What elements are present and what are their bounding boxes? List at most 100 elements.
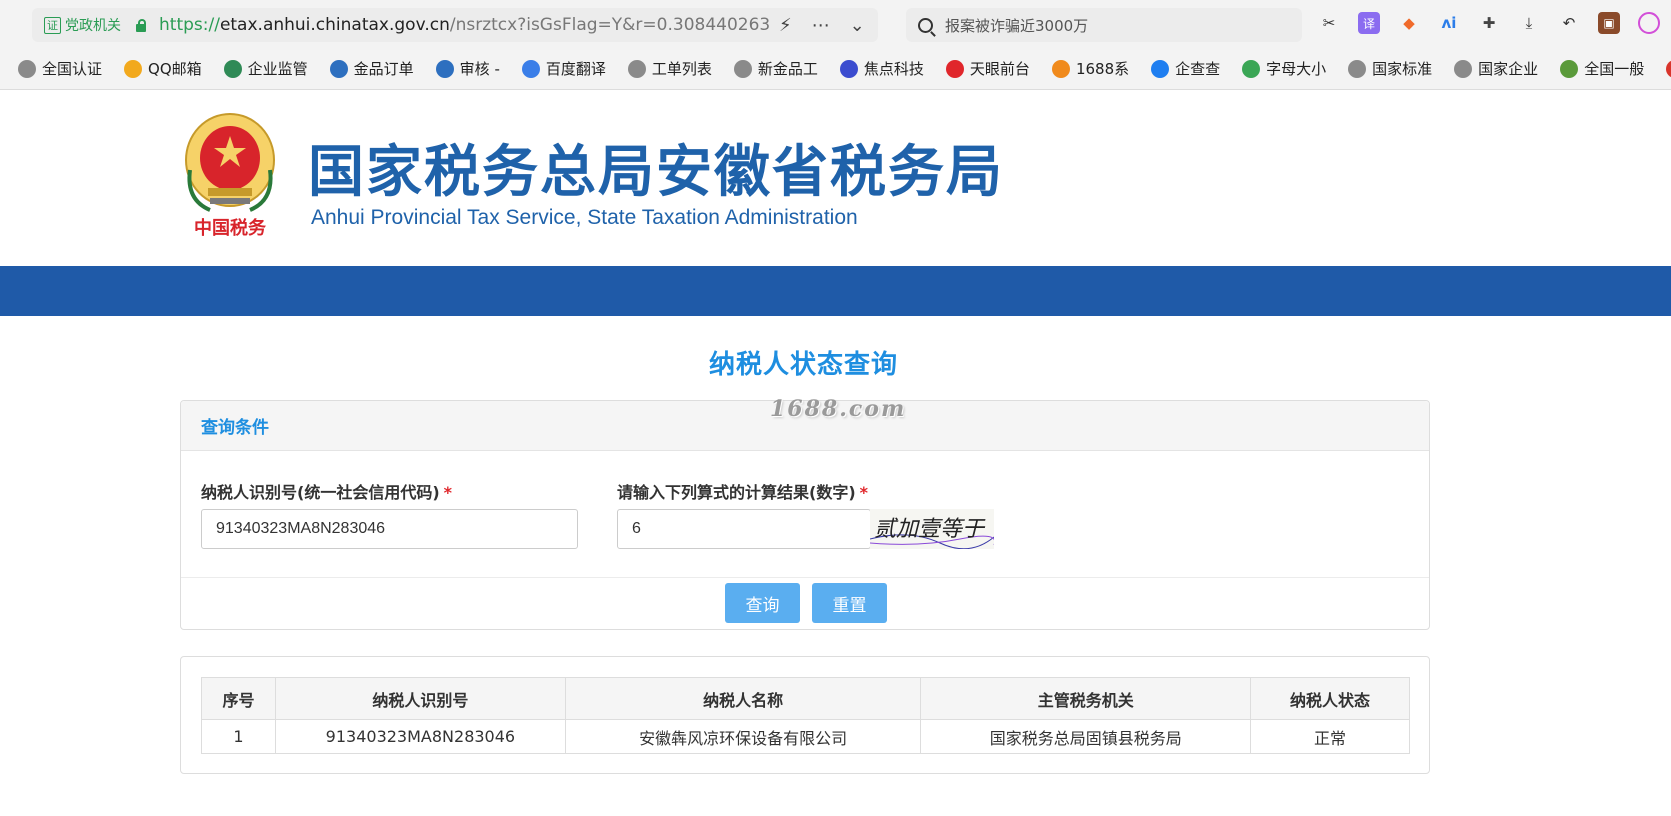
browser-toolbar: 证 党政机关 https://etax.anhui.chinatax.gov.c… bbox=[0, 0, 1671, 48]
cell-taxpayer-id: 91340323MA8N283046 bbox=[274, 719, 566, 754]
bookmark-label: 字母大小 bbox=[1266, 60, 1327, 78]
site-subtitle: Anhui Provincial Tax Service, State Taxa… bbox=[311, 206, 858, 229]
bookmark-item[interactable]: 1688系 bbox=[1051, 58, 1130, 79]
bookmark-label: 1688系 bbox=[1075, 60, 1130, 78]
watermark: 1688.com bbox=[770, 396, 907, 422]
bookmark-item[interactable]: 百度翻译 bbox=[521, 58, 606, 79]
gov-badge: 证 党政机关 bbox=[44, 15, 121, 35]
cell-tax-authority: 国家税务总局固镇县税务局 bbox=[920, 719, 1252, 754]
translate-icon[interactable]: 译 bbox=[1358, 12, 1380, 34]
header-band bbox=[0, 266, 1671, 316]
cell-taxpayer-name: 安徽犇风凉环保设备有限公司 bbox=[564, 719, 922, 754]
chevron-down-icon[interactable]: ⌄ bbox=[850, 15, 865, 36]
lightning-icon[interactable]: ⚡ bbox=[779, 15, 792, 36]
briefcase-icon[interactable]: ▣ bbox=[1598, 12, 1620, 34]
bookmark-favicon-icon bbox=[435, 59, 454, 78]
bookmark-favicon-icon bbox=[18, 59, 36, 78]
site-title: 国家税务总局安徽省税务局 bbox=[308, 140, 1004, 205]
bookmark-label: 工单列表 bbox=[651, 60, 712, 78]
taxpayer-id-label-text: 纳税人识别号(统一社会信用代码) bbox=[201, 483, 440, 502]
download-icon[interactable]: ⤓ bbox=[1518, 12, 1540, 34]
required-mark: * bbox=[443, 483, 453, 502]
captcha-label: 请输入下列算式的计算结果(数字) * bbox=[617, 479, 868, 503]
gov-badge-label: 党政机关 bbox=[65, 18, 121, 34]
table-row: 1 91340323MA8N283046 安徽犇风凉环保设备有限公司 国家税务总… bbox=[201, 719, 1410, 754]
bookmark-item[interactable]: 字母大小 bbox=[1242, 58, 1326, 79]
reset-button[interactable]: 重置 bbox=[812, 583, 887, 623]
bookmark-favicon-icon bbox=[124, 59, 143, 78]
bookmark-label: 全国认证 bbox=[42, 60, 103, 78]
bookmark-item[interactable]: 工单列表 bbox=[627, 58, 712, 79]
bookmark-item[interactable]: 新金品工 bbox=[733, 58, 818, 79]
address-bar[interactable]: 证 党政机关 https://etax.anhui.chinatax.gov.c… bbox=[32, 8, 878, 42]
col-header-taxpayer-id: 纳税人识别号 bbox=[274, 677, 566, 720]
col-header-index: 序号 bbox=[201, 677, 276, 720]
game-icon[interactable]: ◆ bbox=[1398, 12, 1420, 34]
more-icon[interactable]: ⋯ bbox=[812, 15, 830, 36]
bookmark-label: 全国一般 bbox=[1584, 60, 1645, 78]
bookmark-item[interactable]: 审核 - bbox=[435, 58, 500, 79]
cell-index: 1 bbox=[201, 719, 276, 754]
ai-icon[interactable]: ʌi bbox=[1438, 12, 1460, 34]
bookmark-label: 焦点科技 bbox=[863, 60, 924, 78]
result-table: 序号 纳税人识别号 纳税人名称 主管税务机关 纳税人状态 1 91340323M… bbox=[201, 677, 1410, 754]
cell-status: 正常 bbox=[1250, 719, 1410, 754]
query-panel: 查询条件 纳税人识别号(统一社会信用代码)* 请输入下列算式的计算结果(数字)*… bbox=[180, 400, 1430, 630]
bookmark-item[interactable]: 国家企业 bbox=[1454, 58, 1538, 79]
lock-icon[interactable] bbox=[135, 18, 147, 32]
bookmark-item[interactable]: 全国一般 bbox=[1560, 58, 1644, 79]
bookmark-favicon-icon bbox=[1242, 59, 1261, 78]
bookmark-item[interactable]: 企业监管 bbox=[223, 58, 308, 79]
bookmark-item[interactable]: QQ邮箱 bbox=[124, 58, 202, 79]
certificate-icon: 证 bbox=[44, 16, 61, 34]
puzzle-icon[interactable]: ✚ bbox=[1478, 12, 1500, 34]
tax-emblem-icon: 中国税务 bbox=[185, 113, 275, 239]
bookmark-label: QQ邮箱 bbox=[148, 60, 202, 78]
bookmark-favicon-icon bbox=[1560, 59, 1579, 78]
search-icon bbox=[918, 17, 933, 33]
bookmark-item[interactable]: 企查查 bbox=[1151, 58, 1220, 79]
required-mark: * bbox=[859, 483, 869, 502]
captcha-text: 贰加壹等于 bbox=[874, 517, 986, 542]
bookmark-label: 国家企业 bbox=[1478, 60, 1539, 78]
bookmark-item[interactable]: 全国认证 bbox=[18, 58, 102, 79]
captcha-image[interactable]: 贰加壹等于 bbox=[870, 509, 994, 549]
url-scheme: https:// bbox=[159, 15, 220, 35]
browser-search-box[interactable]: 报案被诈骗近3000万 bbox=[906, 8, 1302, 42]
bookmark-label: 百度翻译 bbox=[545, 60, 606, 78]
bookmark-favicon-icon bbox=[839, 59, 858, 78]
bookmark-favicon-icon bbox=[733, 59, 752, 78]
panel-divider bbox=[181, 577, 1429, 578]
bookmark-favicon-icon bbox=[1454, 59, 1473, 78]
bookmark-item[interactable]: 天眼前台 bbox=[945, 58, 1030, 79]
bookmark-favicon-icon bbox=[521, 59, 540, 78]
site-header: 中国税务 国家税务总局安徽省税务局 Anhui Provincial Tax S… bbox=[0, 91, 1671, 266]
bookmark-favicon-icon bbox=[627, 59, 646, 78]
search-hint: 报案被诈骗近3000万 bbox=[945, 16, 1089, 35]
bookmark-favicon-icon bbox=[1666, 59, 1671, 78]
taxpayer-id-label: 纳税人识别号(统一社会信用代码) * bbox=[201, 479, 452, 503]
undo-icon[interactable]: ↶ bbox=[1558, 12, 1580, 34]
bookmark-label: 新金品工 bbox=[757, 60, 818, 78]
bookmark-item[interactable]: 国家标准 bbox=[1348, 58, 1432, 79]
bookmark-label: 国家标准 bbox=[1372, 60, 1433, 78]
bookmark-favicon-icon bbox=[223, 59, 242, 78]
profile-icon[interactable] bbox=[1638, 12, 1660, 34]
url-host: etax.anhui.chinatax.gov.cn bbox=[219, 15, 450, 35]
url-text[interactable]: https://etax.anhui.chinatax.gov.cn/nsrzt… bbox=[159, 15, 769, 35]
col-header-status: 纳税人状态 bbox=[1250, 677, 1410, 720]
result-panel: 序号 纳税人识别号 纳税人名称 主管税务机关 纳税人状态 1 91340323M… bbox=[180, 656, 1430, 774]
scissors-icon[interactable]: ✂ bbox=[1318, 12, 1340, 34]
bookmark-favicon-icon bbox=[945, 59, 964, 78]
bookmark-favicon-icon bbox=[1348, 59, 1367, 78]
bookmark-item[interactable]: 金品订单 bbox=[329, 58, 414, 79]
captcha-answer-input[interactable] bbox=[617, 509, 871, 549]
col-header-tax-authority: 主管税务机关 bbox=[920, 677, 1252, 720]
bookmark-item[interactable]: 住房和城 bbox=[1666, 58, 1671, 79]
bookmark-item[interactable]: 焦点科技 bbox=[839, 58, 924, 79]
page-title: 纳税人状态查询 bbox=[708, 350, 898, 380]
query-button[interactable]: 查询 bbox=[725, 583, 800, 623]
bookmark-label: 企查查 bbox=[1175, 60, 1221, 78]
bookmark-label: 天眼前台 bbox=[969, 60, 1030, 78]
taxpayer-id-input[interactable] bbox=[201, 509, 578, 549]
